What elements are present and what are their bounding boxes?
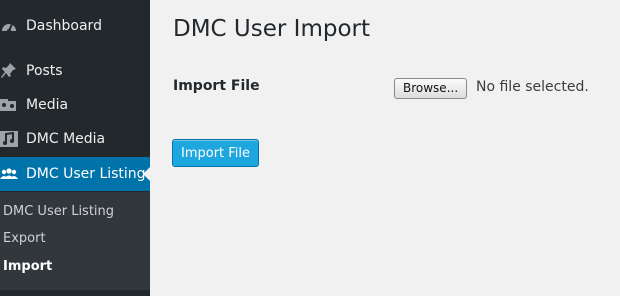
sidebar-item-label: Posts	[26, 63, 63, 79]
import-file-button[interactable]: Import File	[172, 139, 259, 167]
media-icon	[0, 99, 16, 111]
import-file-label: Import File	[173, 78, 260, 94]
sidebar-item-posts[interactable]: Posts	[0, 54, 150, 88]
sidebar-item-label: Media	[26, 97, 69, 113]
pin-icon	[1, 63, 16, 78]
submenu-item-export[interactable]: Export	[3, 231, 46, 246]
main-content: DMC User Import Import File Browse... No…	[150, 0, 620, 296]
sidebar-item-label: DMC User Listing	[26, 166, 146, 182]
submenu: DMC User Listing Export Import	[0, 192, 150, 290]
sidebar-item-dmc-media[interactable]: DMC Media	[0, 122, 150, 156]
submenu-item-dmc-user-listing[interactable]: DMC User Listing	[3, 204, 114, 219]
sidebar-item-dashboard[interactable]: Dashboard	[0, 9, 150, 43]
page-title: DMC User Import	[173, 16, 370, 42]
sidebar-item-media[interactable]: Media	[0, 88, 150, 122]
submenu-item-import[interactable]: Import	[3, 259, 52, 274]
sidebar-item-dmc-user-listing[interactable]: DMC User Listing	[0, 157, 151, 191]
dashboard-icon	[2, 23, 16, 33]
admin-sidebar: Dashboard Posts Media DMC Media DMC User…	[0, 0, 151, 296]
music-icon	[0, 131, 18, 147]
users-icon	[0, 168, 18, 179]
browse-button[interactable]: Browse...	[394, 78, 468, 99]
sidebar-item-label: Dashboard	[26, 18, 102, 34]
sidebar-item-label: DMC Media	[26, 131, 106, 147]
file-status: No file selected.	[476, 79, 589, 95]
